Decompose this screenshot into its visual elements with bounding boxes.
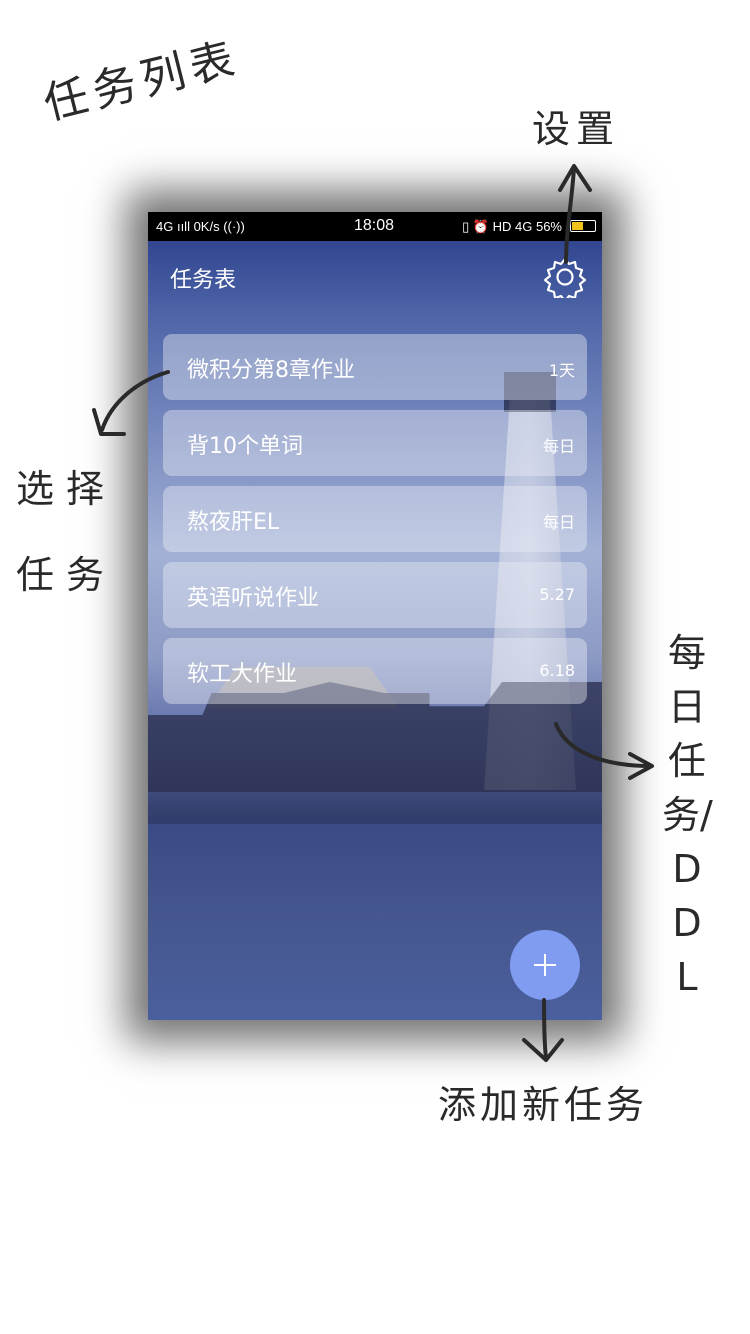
task-name: 熬夜肝EL xyxy=(187,510,280,535)
arrowhead-add xyxy=(522,1038,564,1062)
status-time: 18:08 xyxy=(354,217,395,234)
annotation-settings: 设置 xyxy=(532,107,621,151)
task-due: 1天 xyxy=(548,361,575,380)
annotation-task-list: 任务列表 xyxy=(38,32,246,131)
task-item[interactable]: 英语听说作业 5.27 xyxy=(163,562,587,628)
task-name: 背10个单词 xyxy=(187,434,303,459)
add-task-button[interactable] xyxy=(510,930,580,1000)
phone-screen: 4G ııll 0K/s ((·)) 18:08 ▯ ⏰ HD 4G 56% 任… xyxy=(148,212,602,1020)
task-item[interactable]: 微积分第8章作业 1天 xyxy=(163,334,587,400)
task-due: 每日 xyxy=(542,513,575,532)
status-bar: 4G ııll 0K/s ((·)) 18:08 ▯ ⏰ HD 4G 56% xyxy=(148,212,602,241)
task-due: 6.18 xyxy=(539,661,575,680)
battery-level xyxy=(572,222,584,230)
task-item[interactable]: 熬夜肝EL 每日 xyxy=(163,486,587,552)
annotation-select-line1: 选择 xyxy=(16,467,117,511)
battery-icon xyxy=(570,220,596,232)
task-list: 微积分第8章作业 1天 背10个单词 每日 熬夜肝EL 每日 英语听说作业 5.… xyxy=(163,334,587,714)
annotation-select-line2: 任务 xyxy=(16,553,117,597)
annotation-add-task: 添加新任务 xyxy=(438,1083,649,1127)
plus-icon xyxy=(534,954,556,976)
task-name: 英语听说作业 xyxy=(187,586,320,611)
gear-icon xyxy=(543,257,587,303)
arrowhead-settings xyxy=(558,164,592,192)
annotation-daily-ddl: 每日任务/DDL xyxy=(662,631,713,999)
task-name: 软工大作业 xyxy=(187,662,298,687)
arrowhead-select xyxy=(92,408,126,436)
task-item[interactable]: 背10个单词 每日 xyxy=(163,410,587,476)
status-signal: 4G ııll 0K/s ((·)) xyxy=(156,219,245,234)
task-due: 每日 xyxy=(542,437,575,456)
settings-button[interactable] xyxy=(543,256,587,303)
arrowhead-daily xyxy=(628,752,654,780)
task-name: 微积分第8章作业 xyxy=(187,358,355,383)
status-indicators: ▯ ⏰ HD 4G 56% xyxy=(462,219,562,234)
page-title: 任务表 xyxy=(170,268,237,293)
task-due: 5.27 xyxy=(539,585,575,604)
task-item[interactable]: 软工大作业 6.18 xyxy=(163,638,587,704)
